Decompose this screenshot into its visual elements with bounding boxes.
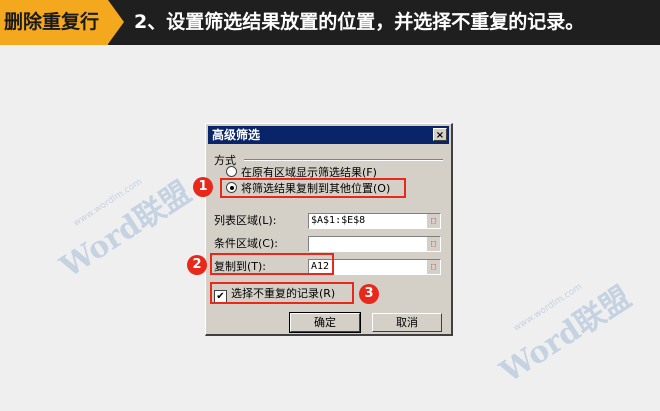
cancel-button[interactable]: 取消 bbox=[372, 313, 442, 332]
watermark-left: www.wordlm.com Word联盟 bbox=[50, 168, 198, 286]
advanced-filter-dialog: 高级筛选 × 方式 在原有区域显示筛选结果(F) 将筛选结果复制到其他位置(O)… bbox=[205, 123, 453, 336]
radio-icon[interactable] bbox=[226, 166, 237, 177]
range-picker-icon[interactable]: ⬚ bbox=[426, 260, 440, 274]
range-picker-icon[interactable]: ⬚ bbox=[426, 237, 440, 251]
banner-arrow bbox=[108, 0, 124, 44]
top-banner: 删除重复行 2、设置筛选结果放置的位置，并选择不重复的记录。 bbox=[0, 0, 660, 45]
dialog-title: 高级筛选 bbox=[212, 128, 261, 142]
ok-button[interactable]: 确定 bbox=[289, 312, 361, 333]
highlight-copy-option bbox=[220, 178, 406, 198]
banner-tag: 删除重复行 bbox=[0, 0, 108, 45]
list-range-label: 列表区域(L): bbox=[214, 214, 277, 227]
highlight-copy-to bbox=[210, 253, 334, 275]
close-icon[interactable]: × bbox=[433, 128, 447, 141]
banner-title: 2、设置筛选结果放置的位置，并选择不重复的记录。 bbox=[134, 11, 585, 33]
criteria-range-label: 条件区域(C): bbox=[214, 237, 278, 250]
range-picker-icon[interactable]: ⬚ bbox=[426, 214, 440, 228]
step-badge-1: 1 bbox=[193, 177, 213, 197]
criteria-range-input[interactable]: ⬚ bbox=[308, 236, 441, 252]
highlight-unique-records bbox=[210, 282, 354, 304]
group-divider bbox=[244, 159, 443, 161]
list-range-value: $A$1:$E$8 bbox=[311, 215, 366, 226]
list-range-input[interactable]: $A$1:$E$8 ⬚ bbox=[308, 213, 441, 229]
watermark-right: www.wordlm.com Word联盟 bbox=[490, 273, 638, 391]
dialog-titlebar: 高级筛选 × bbox=[208, 126, 449, 144]
step-badge-3: 3 bbox=[359, 284, 379, 304]
step-badge-2: 2 bbox=[187, 255, 207, 275]
